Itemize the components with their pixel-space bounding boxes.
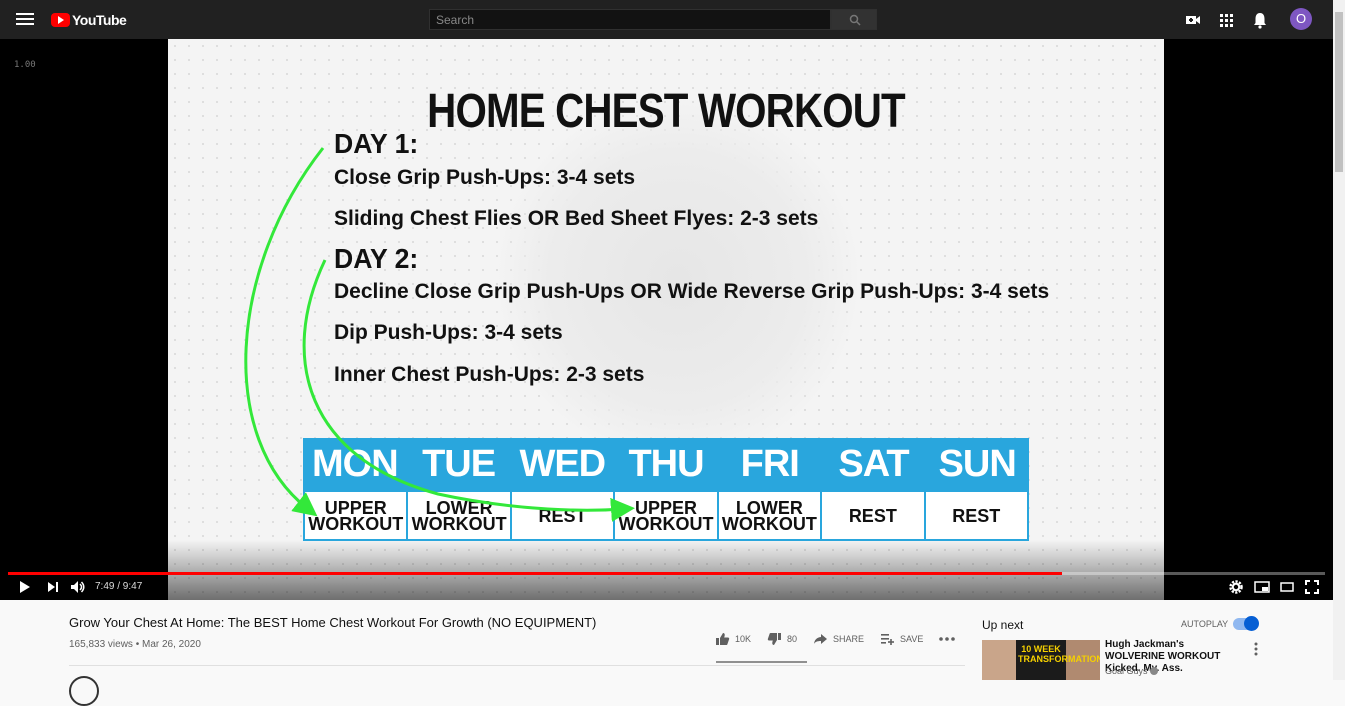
recommended-channel[interactable]: Goal Guys bbox=[1105, 666, 1159, 676]
theater-mode-icon[interactable] bbox=[1280, 582, 1294, 592]
volume-icon[interactable] bbox=[70, 580, 86, 594]
video-actions: 10K 80 SHARE SAVE bbox=[715, 632, 971, 646]
add-to-playlist-icon bbox=[881, 634, 895, 645]
verified-badge-icon bbox=[1150, 667, 1159, 675]
menu-icon[interactable] bbox=[16, 11, 34, 27]
video-views-date: 165,833 views • Mar 26, 2020 bbox=[69, 639, 201, 650]
controls-gradient bbox=[0, 540, 1333, 600]
up-next-heading: Up next bbox=[982, 618, 1024, 632]
video-player[interactable]: 1.00 HOME CHEST WORKOUT DAY 1: Close Gri… bbox=[0, 39, 1333, 600]
like-count: 10K bbox=[735, 634, 752, 644]
video-title: Grow Your Chest At Home: The BEST Home C… bbox=[69, 615, 597, 630]
youtube-logo[interactable]: YouTube bbox=[51, 11, 127, 28]
scrollbar-thumb[interactable] bbox=[1335, 12, 1343, 172]
playback-speed-label: 1.00 bbox=[14, 60, 36, 70]
autoplay-toggle-knob bbox=[1244, 616, 1259, 631]
divider bbox=[69, 665, 965, 666]
sentiment-bar bbox=[716, 661, 807, 663]
search-button[interactable] bbox=[831, 9, 877, 30]
notifications-bell-icon[interactable] bbox=[1251, 11, 1269, 29]
next-icon[interactable] bbox=[47, 581, 59, 593]
search-icon bbox=[849, 14, 861, 26]
account-avatar[interactable]: O bbox=[1290, 8, 1312, 30]
thumbnail-text: 10 WEEK TRANSFORMATION bbox=[1018, 644, 1100, 664]
thumbnail-panel bbox=[982, 640, 1016, 680]
miniplayer-icon[interactable] bbox=[1254, 581, 1270, 593]
recommended-thumbnail[interactable]: 10 WEEK TRANSFORMATION bbox=[982, 640, 1100, 680]
thumbs-down-icon bbox=[767, 633, 782, 645]
play-icon[interactable] bbox=[19, 580, 31, 594]
video-frame[interactable]: HOME CHEST WORKOUT DAY 1: Close Grip Pus… bbox=[168, 39, 1164, 600]
progress-bar-played bbox=[8, 572, 1062, 575]
apps-grid-icon[interactable] bbox=[1217, 11, 1235, 29]
autoplay-label: AUTOPLAY bbox=[1181, 619, 1229, 629]
more-options-icon[interactable] bbox=[1253, 642, 1259, 656]
watch-metadata: Grow Your Chest At Home: The BEST Home C… bbox=[0, 600, 1333, 706]
more-actions-icon[interactable] bbox=[939, 637, 956, 641]
masthead: YouTube Search O bbox=[0, 0, 1333, 39]
share-label: SHARE bbox=[833, 634, 865, 644]
share-icon bbox=[814, 634, 828, 644]
channel-avatar[interactable] bbox=[69, 676, 99, 706]
like-button[interactable]: 10K bbox=[715, 632, 751, 646]
youtube-logo-icon bbox=[51, 12, 70, 27]
dislike-count: 80 bbox=[787, 634, 798, 644]
time-display: 7:49 / 9:47 bbox=[95, 581, 143, 592]
logo-text: YouTube bbox=[72, 11, 127, 28]
share-button[interactable]: SHARE bbox=[813, 633, 864, 645]
autoplay-toggle[interactable] bbox=[1233, 616, 1259, 631]
create-video-icon[interactable] bbox=[1184, 11, 1202, 29]
fullscreen-icon[interactable] bbox=[1305, 580, 1319, 594]
page-scrollbar[interactable] bbox=[1333, 0, 1345, 680]
thumbs-up-icon bbox=[716, 633, 730, 645]
search-input[interactable]: Search bbox=[429, 9, 831, 30]
save-button[interactable]: SAVE bbox=[880, 633, 923, 645]
settings-gear-icon[interactable] bbox=[1229, 580, 1243, 594]
green-arrows-graphic bbox=[244, 147, 635, 522]
save-label: SAVE bbox=[900, 634, 924, 644]
progress-bar[interactable] bbox=[8, 572, 1325, 575]
dislike-button[interactable]: 80 bbox=[767, 632, 797, 646]
thumbnail-panel: 10 WEEK TRANSFORMATION bbox=[1016, 640, 1100, 680]
recommended-channel-name: Goal Guys bbox=[1105, 666, 1148, 676]
